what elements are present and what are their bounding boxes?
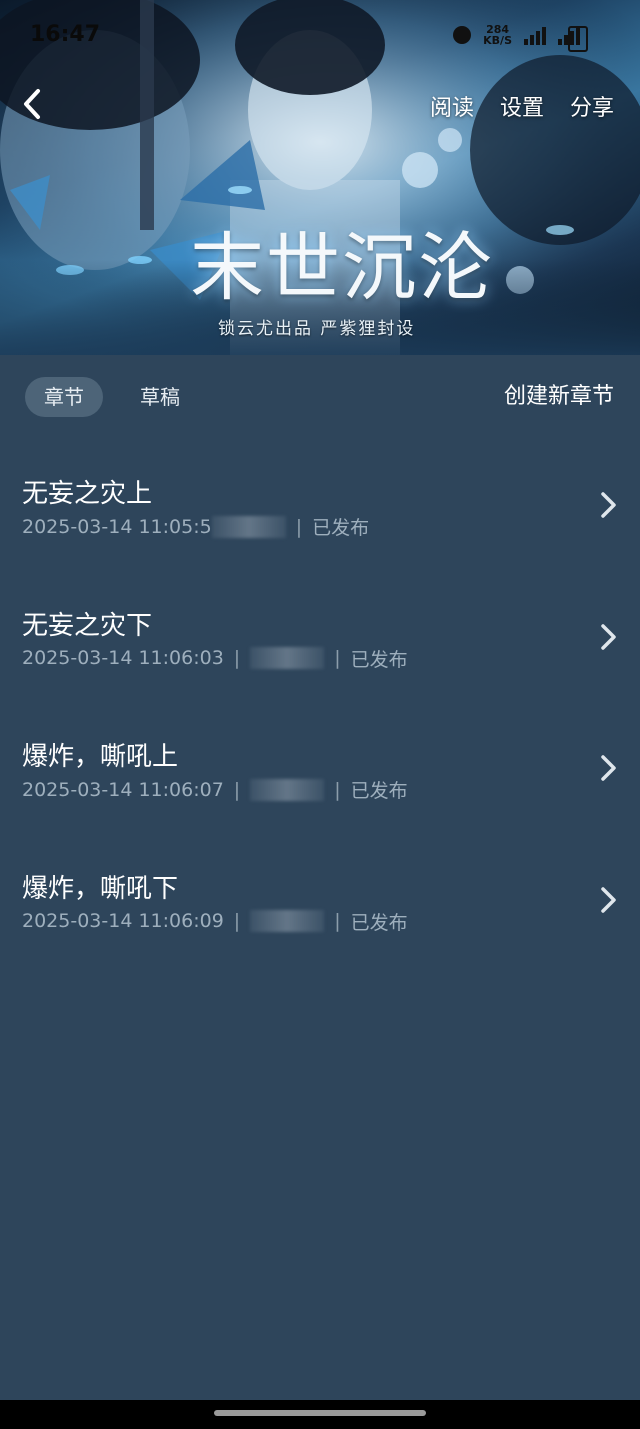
- status-icons: 284 KB/S: [453, 24, 580, 46]
- home-indicator[interactable]: [214, 1410, 426, 1416]
- status-badge: 已发布: [350, 648, 408, 671]
- meta-separator: |: [334, 910, 341, 932]
- chevron-right-icon: [601, 623, 616, 650]
- tab-chapters[interactable]: 章节: [25, 377, 103, 417]
- meta-separator: |: [233, 647, 241, 669]
- list-item[interactable]: 爆炸，嘶吼下 2025-03-14 11:06:09 | | 已发布: [0, 840, 640, 972]
- signal-icon: [524, 25, 546, 45]
- meta-separator: |: [334, 647, 341, 669]
- tab-bar: 章节 草稿 创建新章节: [0, 355, 640, 445]
- chapter-title: 爆炸，嘶吼上: [22, 742, 179, 772]
- word-count-redacted: [250, 910, 325, 932]
- chapter-meta: 2025-03-14 11:06:03 | | 已发布: [22, 645, 408, 672]
- share-button[interactable]: 分享: [570, 90, 614, 122]
- status-badge: 已发布: [350, 911, 408, 934]
- status-time: 16:47: [30, 22, 101, 47]
- cover-title: 末世沉沦: [190, 225, 494, 311]
- chapter-title: 无妄之灾下: [22, 610, 153, 641]
- meta-separator: |: [233, 778, 241, 801]
- back-button[interactable]: [16, 86, 48, 122]
- chapter-meta: 2025-03-14 11:06:07 | | 已发布: [22, 776, 408, 803]
- chapter-title: 爆炸，嘶吼下: [22, 873, 179, 904]
- meta-separator: |: [295, 515, 303, 538]
- chevron-right-icon: [601, 886, 616, 913]
- chapter-time: 2025-03-14 11:06:07: [22, 778, 224, 801]
- list-item[interactable]: 无妄之灾下 2025-03-14 11:06:03 | | 已发布: [0, 577, 640, 709]
- status-badge: 已发布: [312, 517, 370, 539]
- network-speed-unit: KB/S: [483, 34, 512, 47]
- chapter-time: 2025-03-14 11:05:5: [22, 515, 212, 538]
- list-item[interactable]: 爆炸，嘶吼上 2025-03-14 11:06:07 | | 已发布: [0, 708, 640, 840]
- meta-separator: |: [233, 910, 241, 932]
- create-chapter-button[interactable]: 创建新章节: [504, 377, 614, 417]
- cover-banner: 16:47 284 KB/S 阅读 设置 分享 末世沉沦 锁云尤出品 严紫狸封设: [0, 0, 640, 355]
- header-actions: 阅读 设置 分享: [430, 90, 614, 122]
- chapter-title: 无妄之灾上: [22, 479, 153, 509]
- list-item[interactable]: 无妄之灾上 2025-03-14 11:05:5 | 已发布: [0, 445, 640, 577]
- chapter-management-page: 16:47 284 KB/S 阅读 设置 分享 末世沉沦 锁云尤出品 严紫狸封设…: [0, 0, 640, 1429]
- chapter-meta: 2025-03-14 11:05:5 | 已发布: [22, 513, 369, 540]
- battery-icon: [568, 26, 588, 52]
- read-button[interactable]: 阅读: [430, 90, 474, 122]
- chapter-time: 2025-03-14 11:06:09: [22, 910, 224, 932]
- chevron-left-icon: [24, 89, 40, 119]
- meta-separator: |: [334, 778, 341, 801]
- dnd-icon: [453, 26, 472, 44]
- chapter-time: 2025-03-14 11:06:03: [22, 647, 224, 669]
- chevron-right-icon: [601, 492, 616, 518]
- cover-credits: 锁云尤出品 严紫狸封设: [218, 319, 416, 339]
- word-count-redacted: [250, 647, 325, 669]
- status-bar: 16:47 284 KB/S: [0, 18, 640, 54]
- status-badge: 已发布: [350, 780, 408, 802]
- word-count-redacted: [250, 778, 325, 801]
- chapter-list: 无妄之灾上 2025-03-14 11:05:5 | 已发布 无妄之灾下 202…: [0, 445, 640, 971]
- word-count-redacted: [211, 515, 286, 538]
- network-speed: 284 KB/S: [483, 24, 512, 46]
- chapter-meta: 2025-03-14 11:06:09 | | 已发布: [22, 908, 408, 935]
- settings-button[interactable]: 设置: [500, 90, 544, 122]
- chevron-right-icon: [601, 755, 616, 781]
- tab-drafts[interactable]: 草稿: [124, 377, 196, 417]
- system-nav-bar: [0, 1400, 640, 1429]
